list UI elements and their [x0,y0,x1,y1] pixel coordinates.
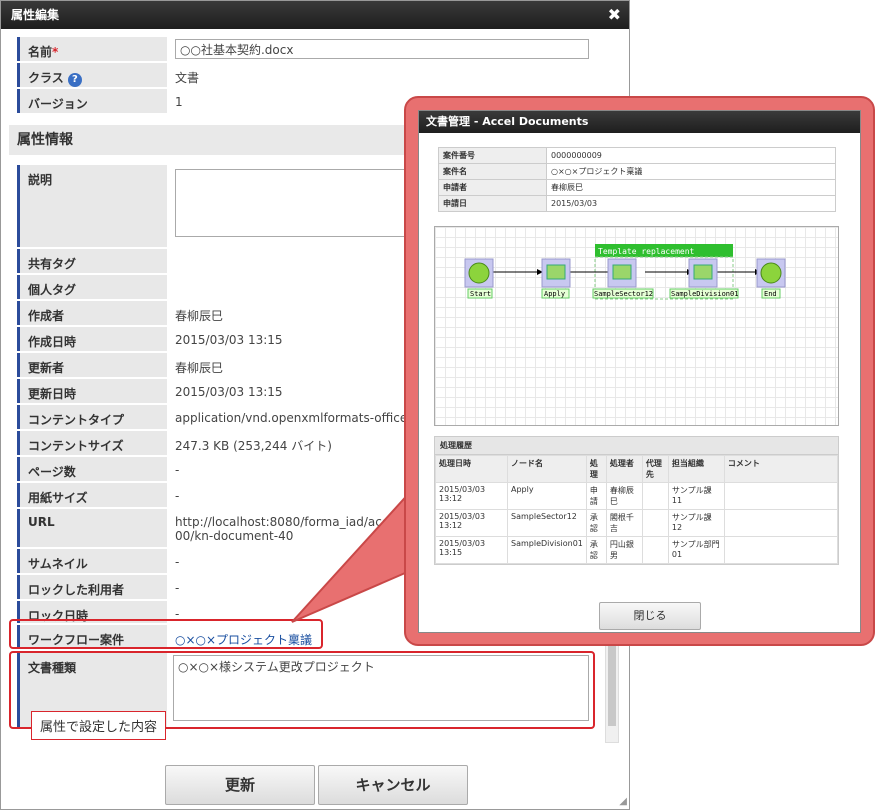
table-row: 申請日 2015/03/03 [438,195,836,212]
history-panel: 処理履歴 処理日時 ノード名 処理 処理者 代理先 担当組織 コメント 2015… [434,436,839,565]
node-label: SampleSector12 [594,290,653,298]
history-table: 処理日時 ノード名 処理 処理者 代理先 担当組織 コメント 2015/03/0… [435,455,839,564]
flow-node-apply [541,258,571,288]
workflow-popup: 文書管理 - Accel Documents 案件番号 0000000009 案件… [404,96,875,646]
history-header-row: 処理日時 ノード名 処理 処理者 代理先 担当組織 コメント [435,455,839,483]
table-row: 案件名 ○×○×プロジェクト稟議 [438,163,836,180]
node-label: Start [470,290,491,298]
node-label: SampleDivision01 [671,290,738,298]
table-row: 2015/03/03 13:12 SampleSector12 承認 閣根千吉 サンプル… [435,509,839,537]
popup-window: 文書管理 - Accel Documents 案件番号 0000000009 案件… [418,110,861,633]
case-info-table: 案件番号 0000000009 案件名 ○×○×プロジェクト稟議 申請者 春柳辰巳 申… [438,147,836,212]
flow-node-sector [607,258,637,288]
popup-close-button[interactable]: 閉じる [599,602,701,630]
flow-node-start [464,258,494,288]
node-label: End [764,290,777,298]
flow-node-end [756,258,786,288]
history-title: 処理履歴 [435,437,838,455]
flow-diagram: Template replacement Start Apply SampleS… [464,244,786,300]
flow-node-division [688,258,718,288]
node-label: Apply [544,290,565,298]
table-row: 申請者 春柳辰巳 [438,179,836,196]
table-row: 2015/03/03 13:12 Apply 申請 春柳辰巳 サンプル課11 [435,482,839,510]
group-label: Template replacement [598,247,695,256]
table-row: 2015/03/03 13:15 SampleDivision01 承認 円山銀男 サン… [435,536,839,564]
popup-title: 文書管理 - Accel Documents [419,111,860,133]
table-row: 案件番号 0000000009 [438,147,836,164]
flow-canvas[interactable]: Template replacement Start Apply SampleS… [434,226,839,426]
